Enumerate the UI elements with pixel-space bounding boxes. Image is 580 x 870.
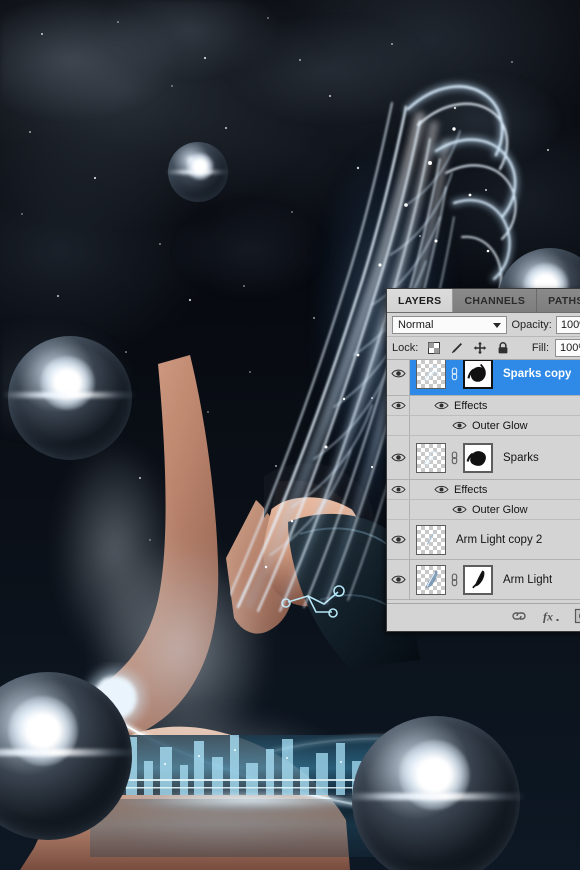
layer-thumbnail-arm-light[interactable] [416, 564, 446, 595]
visibility-toggle-arm-light[interactable] [387, 560, 410, 599]
layer-mask-thumbnail-arm-light[interactable] [463, 564, 493, 595]
sphere-bottom-left [0, 672, 139, 840]
panel-footer-toolbar: fx [387, 603, 580, 628]
sphere-left-upper [3, 336, 137, 460]
opacity-label: Opacity: [511, 318, 552, 331]
layer-thumbs-arm-light [410, 564, 493, 595]
visibility-toggle-outer-glow-sparks-copy-cell[interactable] [387, 416, 410, 435]
eye-icon [390, 453, 406, 462]
chevron-down-icon [493, 322, 502, 328]
tab-layers[interactable]: LAYERS [387, 289, 454, 312]
blend-mode-select[interactable]: Normal [392, 315, 508, 334]
city-skyline [90, 735, 410, 857]
lock-all-icon[interactable] [496, 341, 510, 355]
layers-panel[interactable]: LAYERS CHANNELS PATHS Normal Opacity: 10… [386, 288, 580, 632]
layer-thumbnail-sparks-copy[interactable] [416, 360, 446, 389]
visibility-toggle-outer-glow-sparks-cell[interactable] [387, 500, 410, 519]
lock-transparent-pixels-icon[interactable] [427, 341, 441, 355]
lock-position-icon[interactable] [473, 341, 487, 355]
effects-row-sparks-copy[interactable]: Effects [387, 396, 580, 416]
eye-icon[interactable] [434, 400, 449, 411]
layer-name-sparks-copy: Sparks copy [503, 367, 572, 380]
layer-style-fx-icon[interactable]: fx [542, 608, 560, 624]
link-layers-icon[interactable] [449, 571, 460, 588]
eye-icon[interactable] [452, 504, 467, 515]
layer-thumbs-sparks-copy [410, 360, 493, 389]
layer-thumbs-sparks [410, 442, 493, 473]
visibility-toggle-arm-light-copy-2[interactable] [387, 520, 410, 559]
effect-row-outer-glow-sparks[interactable]: Outer Glow [387, 500, 580, 520]
lock-image-pixels-icon[interactable] [450, 341, 464, 355]
link-layers-icon[interactable] [510, 608, 528, 624]
add-layer-mask-icon[interactable] [574, 608, 580, 624]
layer-row-sparks[interactable]: Sparks [387, 436, 580, 480]
sphere-top [165, 142, 231, 202]
eye-icon [390, 369, 406, 378]
city-horizon-glow [60, 770, 440, 830]
eye-icon [390, 575, 406, 584]
tab-channels[interactable]: CHANNELS [453, 289, 538, 312]
layer-thumbnail-sparks[interactable] [416, 442, 446, 473]
effect-label-outer-glow-sparks-copy: Outer Glow [472, 419, 528, 432]
effect-row-outer-glow-sparks-copy[interactable]: Outer Glow [387, 416, 580, 436]
fill-input[interactable]: 100% [555, 339, 580, 357]
layer-thumbnail-arm-light-copy-2[interactable] [416, 524, 446, 555]
layer-name-arm-light-copy-2: Arm Light copy 2 [456, 533, 543, 546]
layer-thumbs-arm-light-copy-2 [410, 524, 446, 555]
layer-row-arm-light-copy-2[interactable]: Arm Light copy 2 [387, 520, 580, 560]
eye-icon[interactable] [434, 484, 449, 495]
eye-icon [390, 535, 406, 544]
effects-label-sparks-copy: Effects [454, 399, 488, 412]
artwork-canvas: LAYERS CHANNELS PATHS Normal Opacity: 10… [0, 0, 580, 870]
opacity-input[interactable]: 100% [555, 315, 580, 334]
tab-paths[interactable]: PATHS [537, 289, 580, 312]
layer-mask-thumbnail-sparks-copy[interactable] [463, 360, 493, 389]
sphere-bottom-right [345, 716, 527, 870]
effect-label-outer-glow-sparks: Outer Glow [472, 503, 528, 516]
lock-row: Lock: Fill: 100 [387, 337, 580, 360]
blend-mode-row: Normal Opacity: 100% [387, 313, 580, 337]
lock-label: Lock: [392, 342, 419, 354]
layer-name-arm-light: Arm Light [503, 573, 553, 586]
link-layers-icon[interactable] [449, 365, 460, 382]
eye-icon[interactable] [452, 420, 467, 431]
effects-label-sparks: Effects [454, 483, 488, 496]
panel-tabstrip: LAYERS CHANNELS PATHS [387, 289, 580, 313]
layer-row-sparks-copy[interactable]: Sparks copy [387, 360, 580, 396]
visibility-toggle-effects-sparks-copy[interactable] [387, 396, 410, 415]
fill-label: Fill: [531, 342, 549, 354]
svg-text:fx: fx [543, 610, 553, 624]
visibility-toggle-sparks-copy[interactable] [387, 360, 410, 395]
layer-list[interactable]: Smoke [387, 360, 580, 603]
layer-name-sparks: Sparks [503, 451, 539, 464]
eye-icon [390, 485, 406, 494]
visibility-toggle-sparks[interactable] [387, 436, 410, 479]
visibility-toggle-effects-sparks[interactable] [387, 480, 410, 499]
eye-icon [390, 401, 406, 410]
effects-row-sparks[interactable]: Effects [387, 480, 580, 500]
layer-row-arm-light[interactable]: Arm Light [387, 560, 580, 600]
blend-mode-value: Normal [398, 318, 434, 331]
lock-icon-group [427, 341, 510, 355]
link-layers-icon[interactable] [449, 449, 460, 466]
layer-mask-thumbnail-sparks[interactable] [463, 442, 493, 473]
figure-illustration [20, 355, 420, 870]
